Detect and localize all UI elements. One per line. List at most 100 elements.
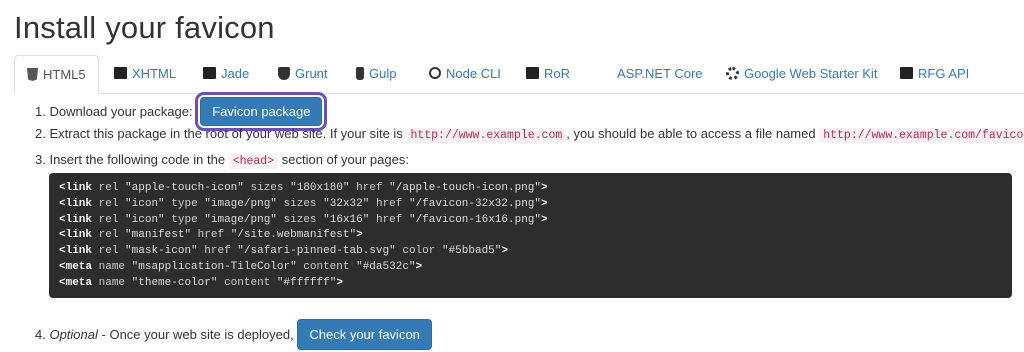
tab-label: Gulp: [369, 65, 397, 81]
step-number: 4.: [35, 327, 46, 342]
tab-label: RFG API: [918, 65, 970, 81]
code-line: <link rel="mask-icon" href="/safari-pinn…: [59, 245, 508, 258]
code-tag-end: >: [541, 197, 548, 210]
code-tag: <meta: [59, 276, 93, 289]
code-attr-name: href: [204, 245, 231, 258]
code-attr-value: "/safari-pinned-tab.svg": [237, 245, 396, 258]
html5-icon: [27, 68, 38, 81]
tab-xhtml[interactable]: XHTML: [114, 61, 176, 85]
step-1: 1. Download your package: Favicon packag…: [35, 92, 328, 131]
code-attr-value: "180x180": [290, 182, 350, 194]
tab-node-cli[interactable]: Node CLI: [429, 61, 501, 85]
code-attr-name: href: [375, 197, 403, 210]
tab-rfg-api[interactable]: RFG API: [900, 61, 969, 85]
code-attr-value: "mask-icon": [125, 245, 198, 258]
step-text: Download your package:: [49, 104, 193, 119]
favicon-url-code: http://www.example.com/favicon.ico: [819, 128, 1024, 143]
code-attr-value: "/favicon-32x32.png": [408, 197, 542, 210]
code-attr-value: "image/png": [204, 197, 277, 210]
code-attr-value: "#da532c": [356, 260, 416, 273]
tab-html5[interactable]: HTML5: [14, 55, 99, 94]
tab-label: XHTML: [132, 65, 177, 81]
tab-label: HTML5: [43, 67, 86, 82]
code-attr-name: rel: [98, 213, 119, 226]
code-tag-end: >: [415, 260, 423, 273]
step-text: Insert the following code in the: [49, 152, 226, 167]
code-attr-value: "#ffffff": [276, 276, 337, 289]
code-attr-name: rel: [98, 229, 119, 242]
tab-ror[interactable]: RoR: [526, 61, 570, 85]
node-cli-icon: [429, 67, 441, 79]
favicon-package-button[interactable]: Favicon package: [195, 92, 328, 131]
code-attr-value: "apple-touch-icon": [125, 182, 244, 194]
code-line: <meta name="theme-color" content="#fffff…: [59, 276, 343, 289]
code-tag: <link: [59, 245, 93, 258]
tab-gulp[interactable]: Gulp: [356, 61, 396, 85]
code-tag: <link: [59, 197, 93, 210]
gear-icon: [726, 66, 739, 80]
code-attr-name: href: [375, 213, 403, 226]
code-tag: <link: [59, 229, 93, 242]
tab-label: Node CLI: [446, 65, 501, 81]
code-attr-value: "theme-color": [131, 276, 218, 289]
code-tag-end: >: [336, 276, 343, 289]
code-line: <link rel="apple-touch-icon" sizes="180x…: [59, 182, 548, 194]
tab-grunt[interactable]: Grunt: [278, 61, 328, 85]
step-text: section of your pages:: [281, 152, 409, 167]
code-tag-end: >: [541, 213, 548, 226]
step-number: 3.: [35, 152, 46, 167]
tab-bar: HTML5 XHTML Jade Grunt Gulp Node CLI RoR…: [14, 55, 1024, 94]
code-tag: <link: [59, 182, 93, 194]
code-attr-name: name: [98, 260, 126, 273]
page-title: Install your favicon: [14, 10, 275, 45]
check-favicon-button[interactable]: Check your favicon: [297, 319, 432, 350]
step-number: 1.: [35, 104, 46, 119]
code-attr-name: content: [224, 276, 271, 289]
tab-label: RoR: [544, 65, 571, 81]
code-tag-end: >: [501, 245, 508, 258]
code-attr-name: rel: [98, 197, 119, 210]
xhtml-icon: [114, 67, 127, 79]
ror-icon: [526, 67, 539, 79]
code-tag: <meta: [59, 260, 93, 273]
example-url-code: http://www.example.com: [406, 128, 567, 143]
code-attr-value: "/site.webmanifest": [230, 229, 357, 242]
code-attr-name: content: [303, 260, 350, 273]
tab-label: ASP.NET Core: [617, 65, 703, 81]
tab-label: Jade: [221, 65, 250, 81]
code-line: <meta name="msapplication-TileColor" con…: [59, 260, 423, 273]
grunt-icon: [278, 66, 290, 80]
tab-google-web-starter-kit[interactable]: Google Web Starter Kit: [726, 61, 877, 85]
code-attr-name: sizes: [283, 197, 317, 210]
tab-label: Google Web Starter Kit: [744, 65, 878, 81]
code-line: <link rel="manifest" href="/site.webmani…: [59, 229, 363, 242]
code-attr-value: "#5bbad5": [441, 245, 502, 258]
code-attr-value: "icon": [125, 197, 165, 210]
head-tag-code: <head>: [228, 154, 279, 169]
windows-icon: [598, 66, 612, 80]
step-text: - Once your web site is deployed,: [101, 327, 294, 342]
code-attr-value: "32x32": [323, 197, 370, 210]
code-tag: <link: [59, 213, 93, 226]
code-attr-value: "msapplication-TileColor": [131, 260, 297, 273]
code-tag-end: >: [540, 182, 548, 194]
code-line: <link rel="icon" type="image/png" sizes=…: [59, 213, 548, 226]
rfg-api-icon: [900, 67, 913, 79]
code-attr-value: "/apple-touch-icon.png": [389, 182, 541, 194]
code-attr-name: href: [356, 182, 383, 194]
code-block[interactable]: <link rel="apple-touch-icon" sizes="180x…: [49, 173, 1012, 298]
jade-icon: [203, 67, 216, 79]
code-attr-name: rel: [98, 182, 119, 194]
code-attr-value: "icon": [125, 213, 165, 226]
tab-jade[interactable]: Jade: [203, 61, 249, 85]
step-text: Extract this package in the root of your…: [49, 126, 403, 141]
code-attr-name: type: [171, 197, 198, 210]
step-number: 2.: [35, 126, 46, 141]
step-2: 2. Extract this package in the root of y…: [35, 126, 1024, 143]
code-attr-name: type: [171, 213, 198, 226]
step-4: 4. Optional - Once your web site is depl…: [35, 319, 432, 350]
code-line: <link rel="icon" type="image/png" sizes=…: [59, 197, 548, 210]
optional-label: Optional: [49, 327, 98, 342]
tab-aspnet-core[interactable]: ASP.NET Core: [598, 61, 703, 85]
code-attr-value: "/favicon-16x16.png": [408, 213, 542, 226]
